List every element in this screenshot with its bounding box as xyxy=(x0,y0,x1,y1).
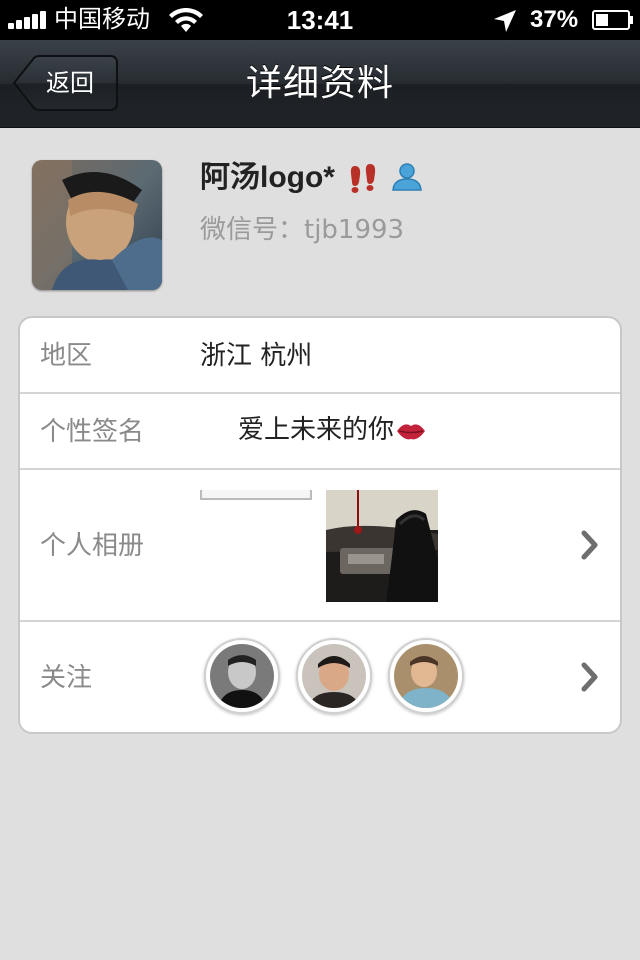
footprint-icon xyxy=(350,164,376,193)
contact-icon xyxy=(392,163,422,191)
navigation-bar: 返回 详细资料 xyxy=(0,40,640,128)
chevron-right-icon[interactable] xyxy=(580,530,600,560)
album-row[interactable]: 个人相册 xyxy=(20,470,620,622)
region-row: 地区 浙江 杭州 xyxy=(20,318,620,394)
signature-row: 个性签名 爱上未来的你 xyxy=(20,394,620,470)
signature-label: 个性签名 xyxy=(40,417,145,447)
status-bar: 中国移动 13:41 37% xyxy=(0,0,640,40)
location-arrow-icon xyxy=(494,10,516,32)
signature-value: 爱上未来的你 xyxy=(238,415,395,445)
following-avatar-3[interactable] xyxy=(388,638,464,714)
battery-percent: 37% xyxy=(530,6,579,33)
chevron-right-icon[interactable] xyxy=(580,662,600,692)
following-label: 关注 xyxy=(40,663,93,693)
battery-icon xyxy=(592,10,633,30)
profile-name: 阿汤logo* xyxy=(200,161,335,194)
following-avatar-2[interactable] xyxy=(296,638,372,714)
profile-avatar[interactable] xyxy=(32,160,162,290)
album-photo-1[interactable] xyxy=(200,490,312,500)
profile-details-card: 地区 浙江 杭州 个性签名 爱上未来的你 个人相册 关注 xyxy=(18,316,622,734)
page-title: 详细资料 xyxy=(245,63,394,104)
wechat-id: 微信号：tjb1993 xyxy=(200,215,405,245)
following-avatar-1[interactable] xyxy=(204,638,280,714)
album-photo-2[interactable] xyxy=(326,490,438,602)
region-label: 地区 xyxy=(40,341,93,371)
album-label: 个人相册 xyxy=(40,531,145,561)
region-value: 浙江 杭州 xyxy=(200,341,313,371)
following-row[interactable]: 关注 xyxy=(20,622,620,732)
lips-icon xyxy=(397,424,425,440)
